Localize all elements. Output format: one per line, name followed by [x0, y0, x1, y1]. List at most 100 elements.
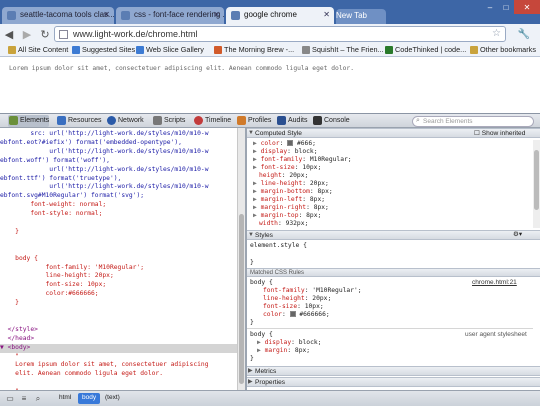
minimize-icon[interactable]: – — [482, 0, 498, 14]
console-toggle-icon[interactable]: ≡ — [18, 393, 30, 404]
source-line[interactable]: color:#666666; — [0, 290, 237, 299]
sidebar-scrollbar[interactable] — [533, 140, 540, 228]
rule-property[interactable]: ▶ display: block; — [257, 339, 321, 347]
browser-tab-3[interactable]: google chrome ✕ — [226, 7, 334, 24]
tab-network[interactable]: Network — [106, 115, 144, 127]
tab-timeline[interactable]: Timeline — [193, 115, 231, 127]
address-bar[interactable]: www.light-work.de/chrome.html ☆ — [54, 26, 506, 42]
source-line[interactable]: font-style: normal; — [0, 210, 237, 219]
source-line[interactable]: </style> — [0, 326, 237, 335]
browser-tab-2[interactable]: css - font-face rendering ... ✕ — [116, 7, 224, 24]
bookmark-item[interactable]: Web Slice Gallery — [136, 45, 204, 54]
tab-console[interactable]: Console — [312, 115, 350, 127]
source-line[interactable]: ebfont.svg#M10Regular') format('svg'); — [0, 192, 237, 201]
source-line[interactable]: elit. Aenean commodo ligula eget dolor. — [0, 370, 237, 379]
rule-close: } — [250, 355, 254, 362]
source-line[interactable]: font-weight: normal; — [0, 201, 237, 210]
bookmark-item[interactable]: The Morning Brew -... — [214, 45, 294, 54]
bookmark-item[interactable]: CodeThinked | code... — [385, 45, 466, 54]
computed-property[interactable]: ▶ color: #666; — [253, 140, 316, 148]
source-line[interactable]: body { — [0, 255, 237, 264]
bookmark-item[interactable]: Other bookmarks — [470, 45, 536, 54]
breadcrumb-text[interactable]: (text) — [101, 393, 124, 404]
computed-property[interactable]: ▶ margin-bottom: 8px; — [253, 188, 333, 196]
source-line[interactable]: </head> — [0, 335, 237, 344]
browser-tab-1[interactable]: seattle-tacoma tools clas... ✕ — [2, 7, 114, 24]
computed-property[interactable]: ▶ font-size: 10px; — [253, 164, 321, 172]
source-line[interactable]: font-family: 'M10Regular'; — [0, 264, 237, 273]
styles-header[interactable]: ▼ Styles ⚙▾ — [247, 230, 540, 240]
tab-profiles[interactable]: Profiles — [236, 115, 271, 127]
bookmark-label: SquishIt – The Frien... — [312, 45, 384, 54]
element-style-selector[interactable]: element.style { — [250, 242, 307, 250]
source-line[interactable]: ebfont.eot?#iefix') format('embedded-ope… — [0, 139, 237, 148]
reload-icon[interactable]: ↻ — [36, 26, 54, 42]
computed-property[interactable]: width: 932px; — [259, 220, 308, 228]
computed-property[interactable]: ▶ margin-right: 8px; — [253, 204, 329, 212]
expand-triangle-icon: ▶ — [253, 212, 261, 219]
bookmark-item[interactable]: SquishIt – The Frien... — [302, 45, 384, 54]
source-line[interactable]: ebfont.woff') format('woff'), — [0, 157, 237, 166]
dock-icon[interactable]: ▭ — [4, 393, 16, 404]
inspect-icon[interactable]: ⌕ — [32, 393, 44, 404]
tab-scripts[interactable]: Scripts — [152, 115, 185, 127]
rule-property[interactable]: color: #666666; — [263, 311, 330, 319]
breadcrumb-html[interactable]: html — [55, 393, 75, 404]
elements-scrollbar[interactable] — [237, 128, 245, 390]
scroll-thumb[interactable] — [534, 150, 539, 210]
source-line[interactable]: ▼ <body> — [0, 343, 237, 353]
tab-audits[interactable]: Audits — [276, 115, 307, 127]
elements-tree[interactable]: src: url('http://light-work.de/styles/m1… — [0, 128, 237, 390]
bookmark-item[interactable]: All Site Content — [8, 45, 68, 54]
rule-property[interactable]: ▶ margin: 8px; — [257, 347, 310, 355]
bookmark-item[interactable]: Suggested Sites — [72, 45, 135, 54]
computed-property[interactable]: ▶ display: block; — [253, 148, 317, 156]
source-line[interactable]: } — [0, 228, 237, 237]
source-line[interactable]: url('http://light-work.de/styles/m10/m10… — [0, 148, 237, 157]
rule-selector[interactable]: body { — [250, 331, 273, 339]
wrench-icon[interactable]: 🔧 — [513, 26, 535, 42]
computed-property[interactable]: height: 20px; — [259, 172, 308, 180]
close-window-icon[interactable]: ✕ — [514, 0, 540, 14]
search-elements-input[interactable]: ⌕ Search Elements — [412, 116, 534, 127]
gear-icon[interactable]: ⚙▾ — [513, 231, 522, 239]
source-line[interactable]: ebfont.ttf') format('truetype'), — [0, 175, 237, 184]
maximize-icon[interactable]: □ — [498, 0, 514, 14]
tab-resources[interactable]: Resources — [56, 115, 101, 127]
source-line[interactable]: url('http://light-work.de/styles/m10/m10… — [0, 183, 237, 192]
properties-header[interactable]: ▶ Properties — [247, 377, 540, 387]
source-line[interactable]: line-height: 20px; — [0, 272, 237, 281]
close-tab-icon[interactable]: ✕ — [213, 10, 220, 19]
source-line[interactable]: Lorem ipsum dolor sit amet, consectetuer… — [0, 361, 237, 370]
tab-elements[interactable]: Elements — [8, 115, 50, 127]
color-swatch[interactable] — [287, 140, 294, 146]
metrics-header[interactable]: ▶ Metrics — [247, 366, 540, 376]
computed-property[interactable]: ▶ font-family: M10Regular; — [253, 156, 352, 164]
source-line[interactable]: " — [0, 353, 237, 362]
property-name: width — [259, 220, 278, 227]
forward-icon[interactable]: ▶ — [18, 26, 36, 42]
source-line[interactable]: url('http://light-work.de/styles/m10/m10… — [0, 166, 237, 175]
scroll-thumb[interactable] — [239, 214, 244, 384]
breadcrumb-body[interactable]: body — [78, 393, 101, 404]
new-tab-button[interactable]: New Tab — [336, 9, 386, 24]
source-line[interactable]: } — [0, 299, 237, 308]
computed-property[interactable]: ▶ margin-left: 8px; — [253, 196, 325, 204]
computed-style-header[interactable]: ▼ Computed Style ☐ Show inherited — [247, 128, 540, 138]
rule-selector[interactable]: body { — [250, 279, 273, 287]
star-icon[interactable]: ☆ — [492, 28, 501, 39]
expand-triangle-icon: ▶ — [248, 368, 253, 374]
back-icon[interactable]: ◀ — [0, 26, 18, 42]
rule-source-link[interactable]: chrome.html:21 — [472, 279, 517, 287]
rule-property[interactable]: font-family: 'M10Regular'; — [263, 287, 362, 295]
rule-property[interactable]: line-height: 20px; — [263, 295, 331, 303]
computed-property[interactable]: ▶ margin-top: 8px; — [253, 212, 321, 220]
rule-property[interactable]: font-size: 10px; — [263, 303, 324, 311]
section-title: Metrics — [255, 368, 277, 375]
show-inherited-checkbox[interactable]: ☐ Show inherited — [474, 130, 525, 138]
close-tab-icon[interactable]: ✕ — [323, 10, 330, 19]
source-line[interactable]: font-size: 10px; — [0, 281, 237, 290]
source-line[interactable]: src: url('http://light-work.de/styles/m1… — [0, 130, 237, 139]
computed-property[interactable]: ▶ line-height: 20px; — [253, 180, 329, 188]
close-tab-icon[interactable]: ✕ — [103, 10, 110, 19]
